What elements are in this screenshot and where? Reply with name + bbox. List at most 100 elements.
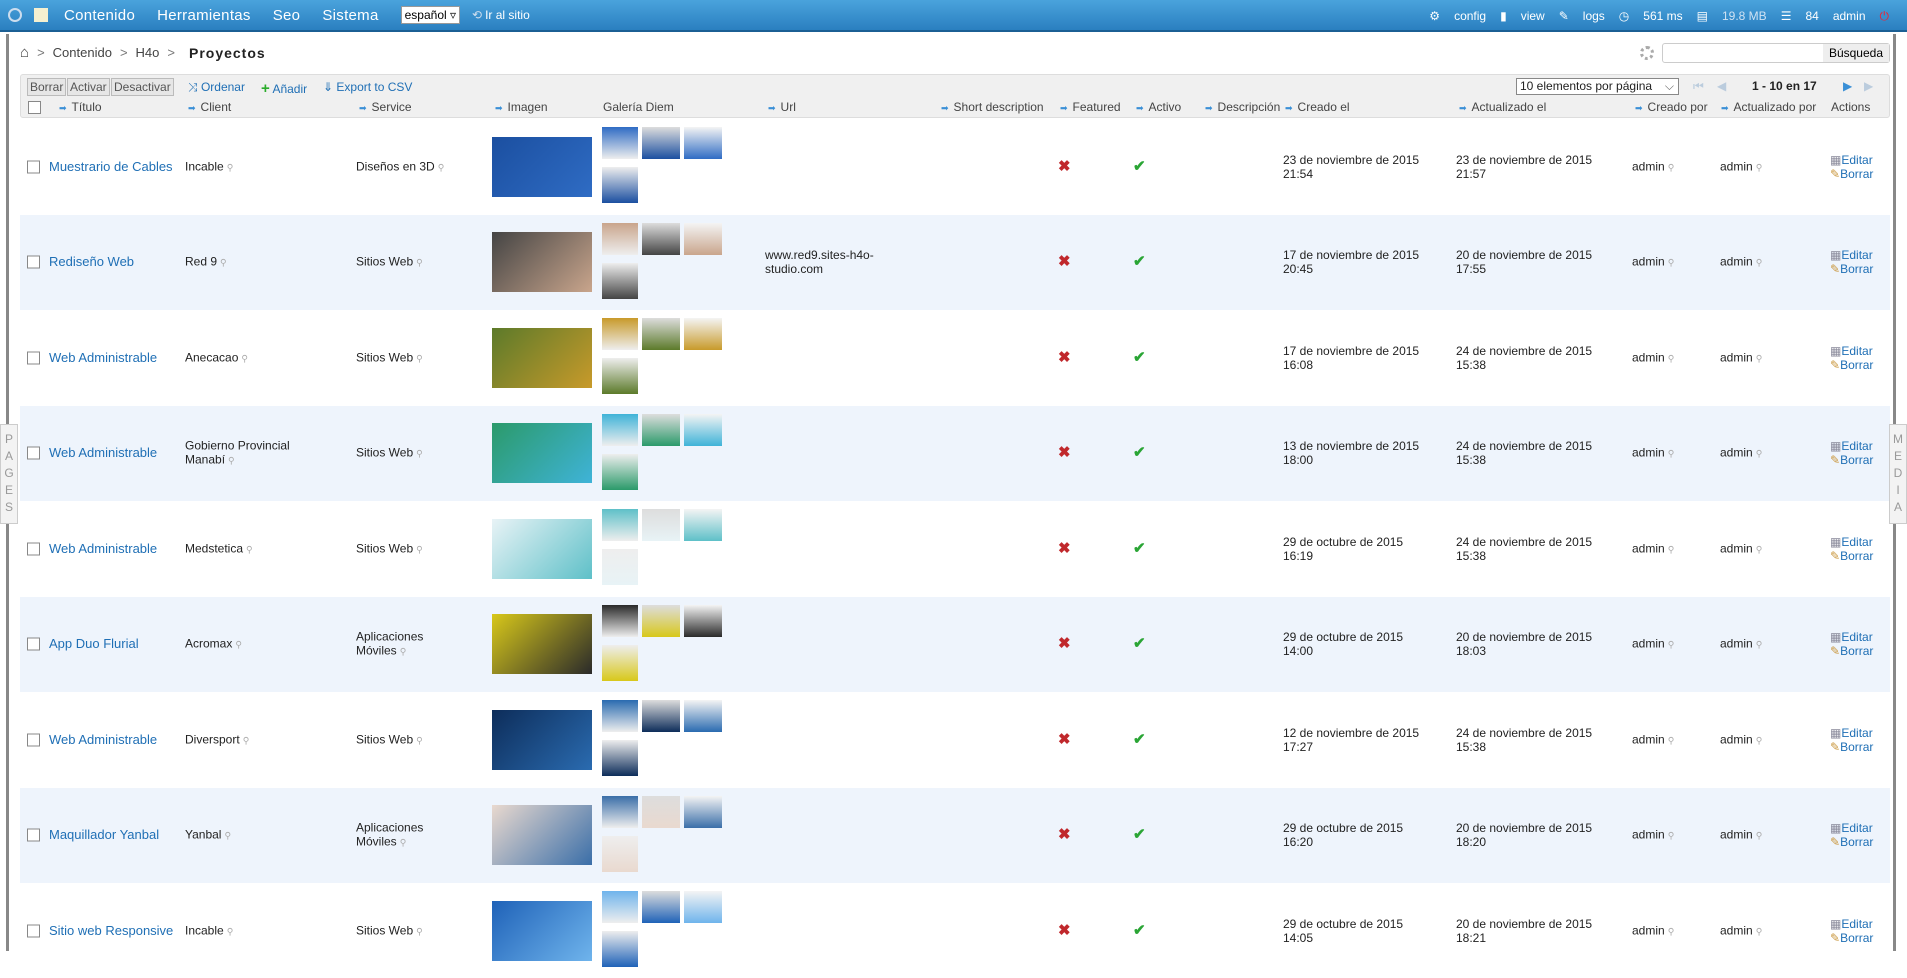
col-descripcion[interactable]: ➡ Descripción: [1205, 100, 1280, 114]
gallery-thumbnail[interactable]: [684, 127, 722, 159]
col-short-description[interactable]: ➡ Short description: [941, 100, 1044, 114]
gallery-thumbnail[interactable]: [684, 318, 722, 350]
row-title-link[interactable]: Web Administrable: [49, 446, 174, 460]
row-image-thumbnail[interactable]: [492, 423, 592, 483]
row-image-thumbnail[interactable]: [492, 136, 592, 197]
pin-icon[interactable]: ⚲: [1756, 926, 1763, 936]
home-icon[interactable]: ⌂: [20, 44, 29, 61]
delete-link[interactable]: ✎Borrar: [1830, 931, 1873, 945]
col-actualizado-por[interactable]: ➡ Actualizado por: [1721, 100, 1816, 114]
first-page-icon[interactable]: ⏮: [1693, 79, 1704, 94]
gallery-thumbnail[interactable]: [642, 318, 680, 350]
row-checkbox[interactable]: [27, 924, 40, 937]
row-checkbox[interactable]: [27, 255, 40, 269]
featured-no-icon[interactable]: ✖: [1058, 445, 1071, 460]
gallery-thumbnail[interactable]: [602, 931, 638, 967]
active-check-icon[interactable]: ✔: [1133, 732, 1146, 747]
nav-herramientas[interactable]: Herramientas: [157, 7, 251, 24]
search-input[interactable]: Búsqueda: [1662, 43, 1890, 63]
col-url[interactable]: ➡ Url: [768, 100, 796, 114]
power-icon[interactable]: ⏻: [1880, 9, 1890, 24]
select-all-checkbox[interactable]: [28, 101, 41, 114]
pages-side-tab[interactable]: PAGES: [0, 424, 18, 524]
pin-icon[interactable]: ⚲: [400, 838, 407, 848]
pin-icon[interactable]: ⚲: [416, 353, 423, 363]
row-title-link[interactable]: Maquillador Yanbal: [49, 828, 174, 842]
pin-icon[interactable]: ⚲: [416, 449, 423, 459]
edit-link[interactable]: ▦Editar: [1830, 630, 1873, 644]
row-title-link[interactable]: Muestrario de Cables: [49, 159, 174, 174]
pin-icon[interactable]: ⚲: [1668, 353, 1675, 363]
delete-link[interactable]: ✎Borrar: [1830, 453, 1873, 467]
col-activo[interactable]: ➡ Activo: [1136, 100, 1181, 114]
active-check-icon[interactable]: ✔: [1133, 827, 1146, 842]
active-check-icon[interactable]: ✔: [1133, 445, 1146, 460]
delete-link[interactable]: ✎Borrar: [1830, 167, 1873, 181]
pin-icon[interactable]: ⚲: [416, 735, 423, 745]
pin-icon[interactable]: ⚲: [1668, 449, 1675, 459]
pin-icon[interactable]: ⚲: [400, 647, 407, 657]
row-checkbox[interactable]: [27, 542, 40, 555]
pin-icon[interactable]: ⚲: [243, 735, 250, 745]
config-link[interactable]: config: [1454, 9, 1486, 23]
media-side-tab[interactable]: MEDIA: [1889, 424, 1907, 524]
next-page-icon[interactable]: ▶: [1843, 79, 1852, 93]
gallery-thumbnail[interactable]: [602, 318, 638, 350]
row-checkbox[interactable]: [27, 637, 40, 651]
col-titulo[interactable]: ➡ Título: [59, 100, 102, 114]
edit-link[interactable]: ▦Editar: [1830, 153, 1873, 167]
row-title-link[interactable]: Rediseño Web: [49, 255, 174, 269]
add-link[interactable]: + Añadir: [261, 80, 307, 97]
visit-site-link[interactable]: Ir al sitio: [485, 8, 530, 22]
nav-seo[interactable]: Seo: [273, 7, 301, 24]
featured-no-icon[interactable]: ✖: [1058, 827, 1071, 842]
gallery-thumbnail[interactable]: [602, 795, 638, 828]
row-image-thumbnail[interactable]: [492, 232, 592, 292]
row-title-link[interactable]: Web Administrable: [49, 541, 174, 556]
gallery-thumbnail[interactable]: [642, 413, 680, 446]
notepad-icon[interactable]: [34, 8, 48, 22]
pin-icon[interactable]: ⚲: [235, 640, 242, 650]
edit-link[interactable]: ▦Editar: [1830, 439, 1873, 453]
breadcrumb-h4o[interactable]: H4o: [136, 45, 160, 60]
pin-icon[interactable]: ⚲: [416, 926, 423, 936]
search-settings-icon[interactable]: [1640, 46, 1654, 60]
pin-icon[interactable]: ⚲: [438, 162, 445, 172]
nav-sistema[interactable]: Sistema: [322, 7, 378, 24]
featured-no-icon[interactable]: ✖: [1058, 732, 1071, 747]
gallery-thumbnail[interactable]: [684, 795, 722, 828]
row-checkbox[interactable]: [27, 446, 40, 460]
active-check-icon[interactable]: ✔: [1133, 636, 1146, 651]
pin-icon[interactable]: ⚲: [1756, 640, 1763, 650]
nav-contenido[interactable]: Contenido: [64, 7, 135, 24]
row-checkbox[interactable]: [27, 160, 40, 173]
gallery-thumbnail[interactable]: [684, 413, 722, 446]
edit-link[interactable]: ▦Editar: [1830, 535, 1873, 549]
deactivate-button[interactable]: Desactivar: [111, 78, 174, 96]
featured-no-icon[interactable]: ✖: [1058, 636, 1071, 651]
gallery-thumbnail[interactable]: [602, 127, 638, 159]
featured-no-icon[interactable]: ✖: [1058, 254, 1071, 269]
search-button[interactable]: Búsqueda: [1822, 44, 1889, 62]
edit-link[interactable]: ▦Editar: [1830, 726, 1873, 740]
row-title-link[interactable]: Web Administrable: [49, 350, 174, 365]
delete-link[interactable]: ✎Borrar: [1830, 358, 1873, 372]
gallery-thumbnail[interactable]: [642, 127, 680, 159]
pin-icon[interactable]: ⚲: [1756, 735, 1763, 745]
featured-no-icon[interactable]: ✖: [1058, 923, 1071, 938]
row-title-link[interactable]: Sitio web Responsive: [49, 923, 174, 938]
row-checkbox[interactable]: [27, 351, 40, 364]
gallery-thumbnail[interactable]: [684, 700, 722, 732]
pin-icon[interactable]: ⚲: [1756, 449, 1763, 459]
pin-icon[interactable]: ⚲: [227, 926, 234, 936]
gallery-thumbnail[interactable]: [684, 891, 722, 923]
pin-icon[interactable]: ⚲: [1756, 162, 1763, 172]
col-service[interactable]: ➡ Service: [359, 100, 412, 114]
active-check-icon[interactable]: ✔: [1133, 923, 1146, 938]
row-title-link[interactable]: Web Administrable: [49, 732, 174, 747]
pin-icon[interactable]: ⚲: [1668, 640, 1675, 650]
pin-icon[interactable]: ⚲: [1668, 544, 1675, 554]
pin-icon[interactable]: ⚲: [1668, 162, 1675, 172]
delete-link[interactable]: ✎Borrar: [1830, 740, 1873, 754]
col-creado-el[interactable]: ➡ Creado el: [1285, 100, 1350, 114]
